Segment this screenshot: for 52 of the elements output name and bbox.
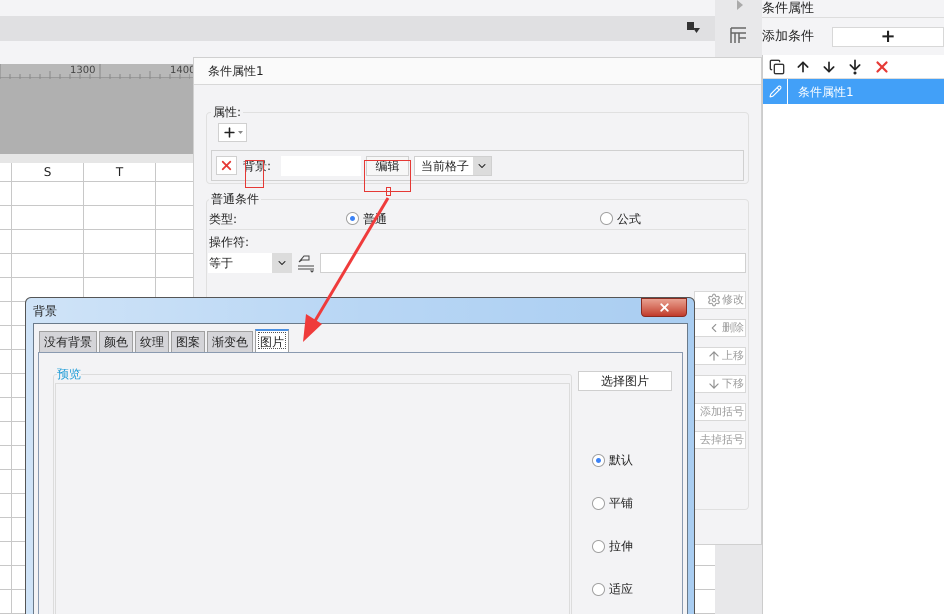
remove-button[interactable] xyxy=(216,156,237,175)
panel-title: 条件属性 xyxy=(762,2,814,15)
add-dropdown-button[interactable] xyxy=(218,123,247,142)
edit-button[interactable]: 编辑 xyxy=(366,156,409,176)
pencil-icon xyxy=(768,85,782,98)
group-label: 属性: xyxy=(212,104,242,121)
operator-label: 操作符: xyxy=(209,234,250,251)
radio-label: 默认 xyxy=(609,452,633,469)
tab[interactable]: 没有背景 xyxy=(39,331,97,352)
formula-icon[interactable] xyxy=(296,253,316,273)
grid-icon[interactable] xyxy=(730,27,747,44)
radio-label: 适应 xyxy=(609,581,633,598)
radio-button[interactable] xyxy=(592,582,605,596)
radio-label: 公式 xyxy=(617,210,641,228)
radio-button[interactable] xyxy=(592,496,605,510)
plus-icon xyxy=(222,125,237,140)
operator-select[interactable]: 等于 xyxy=(208,253,292,273)
move-to-bottom-icon[interactable] xyxy=(847,58,863,74)
column-header: S xyxy=(12,163,84,181)
tab[interactable]: 渐变色 xyxy=(207,331,253,352)
radio-button[interactable] xyxy=(346,212,359,225)
tab[interactable]: 颜色 xyxy=(99,331,133,352)
ruler-label: 1300 xyxy=(70,64,96,78)
choose-picture-button[interactable]: 选择图片 xyxy=(578,371,672,391)
add-condition-button[interactable]: + xyxy=(832,26,944,46)
tab[interactable]: 图片 xyxy=(255,329,289,352)
radio-label: 拉伸 xyxy=(609,538,633,555)
close-icon xyxy=(658,301,670,314)
copy-icon[interactable] xyxy=(769,58,785,74)
value-field[interactable] xyxy=(320,253,746,273)
add-condition-label: 添加条件 xyxy=(762,28,814,46)
radio-button[interactable] xyxy=(592,454,605,466)
tab[interactable]: 纹理 xyxy=(135,331,169,352)
tab[interactable]: 图案 xyxy=(171,331,205,352)
dialog-title: 背景 xyxy=(33,302,57,320)
close-icon xyxy=(219,158,234,173)
format-dropdown-icon[interactable] xyxy=(687,22,701,34)
group-label: 普通条件 xyxy=(210,191,260,208)
close-button[interactable] xyxy=(641,298,687,317)
caret-icon xyxy=(238,131,243,134)
column-header: T xyxy=(84,163,156,181)
dialog-title: 条件属性1 xyxy=(208,63,264,80)
radio-label: 平铺 xyxy=(609,495,633,512)
down-arrow-icon[interactable] xyxy=(821,58,837,74)
preview-label: 预览 xyxy=(57,366,81,383)
radio-button[interactable] xyxy=(600,212,613,225)
gear-icon xyxy=(707,293,721,307)
type-label: 类型: xyxy=(209,210,238,228)
up-arrow-icon[interactable] xyxy=(795,58,811,74)
highlight-frame xyxy=(364,160,411,196)
radio-button[interactable] xyxy=(592,540,605,552)
scope-select[interactable]: 当前格子 xyxy=(414,156,492,176)
